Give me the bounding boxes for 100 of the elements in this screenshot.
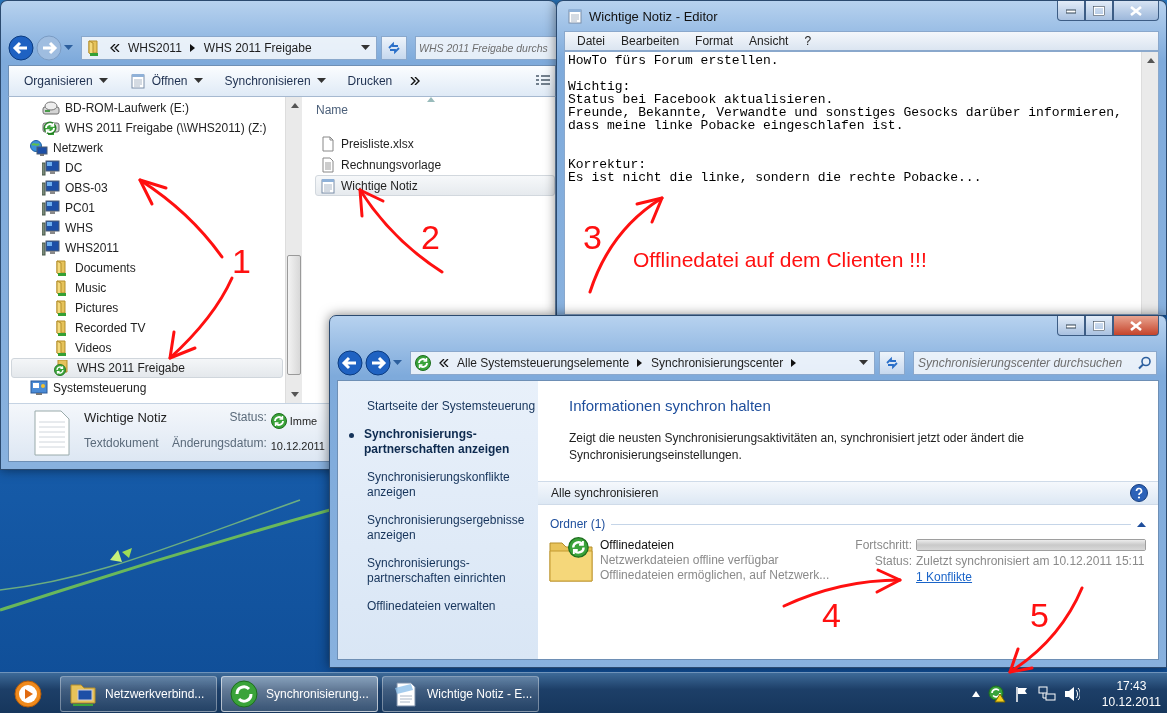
toolbar-button[interactable]: Drucken	[347, 74, 393, 88]
file-name: Wichtige Notiz	[84, 409, 166, 427]
tree-item[interactable]: Recorded TV	[11, 318, 147, 338]
taskbar-button[interactable]: Netzwerkverbind...	[60, 675, 217, 712]
breadcrumb[interactable]: WHS 2011 Freigabe	[203, 41, 312, 55]
task-link[interactable]: Synchronisierungs-partnerschaften anzeigen	[364, 427, 536, 457]
file-icon	[320, 135, 336, 152]
taskbar-button[interactable]: Wichtige Notiz - E...	[382, 675, 539, 712]
annotation-number: 5	[1030, 598, 1049, 632]
caret-icon[interactable]	[193, 78, 203, 84]
maximize-icon	[1093, 320, 1105, 331]
help-icon[interactable]	[1130, 484, 1148, 502]
tree-item[interactable]: OBS-03	[11, 178, 109, 198]
text-editor-field[interactable]: HowTo fürs Forum erstellen. Wichtig: Status bei Facebook aktualisieren. Freunde, Bekannte, Verwandte und sonstiges Gesocks darüber informieren, dass meine linke Pobacke eingeschlafen ist. Korrektur: Es ist nicht die linke, sondern die rechte Pobacke...	[568, 54, 1122, 184]
scrollbar[interactable]	[1141, 52, 1158, 314]
tree-item[interactable]: WHS 2011 Freigabe (\\WHS2011) (Z:)	[11, 118, 268, 138]
search-field[interactable]: Synchronisierungscenter durchsuchen	[913, 351, 1157, 375]
caret-icon[interactable]	[98, 78, 108, 84]
task-link[interactable]: Synchronisierungsergebnisse anzeigen	[367, 513, 538, 543]
menu-item[interactable]: ?	[796, 34, 820, 48]
tree-item[interactable]: BD-ROM-Laufwerk (E:)	[11, 98, 190, 118]
field-label: Fortschritt:	[854, 538, 912, 552]
task-link[interactable]: Offlinedateien verwalten	[367, 599, 538, 614]
chevron-right-icon[interactable]	[189, 44, 196, 52]
field-label: Änderungsdatum:	[172, 435, 267, 452]
tree-item[interactable]: Videos	[11, 338, 113, 358]
menu-item[interactable]: Bearbeiten	[613, 34, 688, 48]
sync-folder-icon	[548, 537, 594, 583]
network-icon[interactable]	[1037, 685, 1056, 702]
file-item[interactable]: Preisliste.xlsx	[315, 133, 555, 154]
breadcrumb[interactable]: Alle Systemsteuerungselemente	[457, 356, 630, 370]
menu-item[interactable]: Format	[687, 34, 742, 48]
double-chevron-icon[interactable]	[439, 359, 449, 367]
menu-item[interactable]: Ansicht	[741, 34, 797, 48]
item-description: Offlinedateien ermöglichen, auf Netzwerk...	[600, 568, 831, 582]
tree-item[interactable]: DC	[11, 158, 84, 178]
column-header[interactable]: Name	[316, 103, 348, 117]
refresh-button[interactable]	[381, 36, 407, 60]
toolbar-button[interactable]: Organisieren	[24, 74, 108, 88]
search-icon[interactable]	[1138, 356, 1152, 370]
page-heading: Informationen synchron halten	[569, 397, 772, 414]
maximize-button[interactable]	[1085, 316, 1113, 336]
show-hidden-icons-icon[interactable]	[971, 690, 980, 697]
toolbar-button[interactable]: Öffnen	[129, 73, 203, 89]
more-commands-icon[interactable]	[410, 77, 421, 85]
caret-icon[interactable]	[361, 45, 370, 51]
group-header[interactable]: Ordner (1)	[550, 517, 606, 531]
breadcrumb[interactable]: WHS2011	[128, 41, 182, 55]
maximize-button[interactable]	[1085, 1, 1113, 21]
forward-button-icon[interactable]	[365, 350, 391, 376]
search-field[interactable]: WHS 2011 Freigabe durchs	[415, 36, 556, 60]
task-link[interactable]: Synchronisierungs-partnerschaften einrichten	[367, 556, 538, 586]
view-options-icon[interactable]	[535, 74, 551, 88]
sync-status-icon	[270, 412, 287, 429]
double-chevron-icon[interactable]	[110, 44, 120, 52]
close-button[interactable]	[1113, 316, 1159, 336]
network-drive-icon	[42, 120, 60, 136]
text-document-icon	[34, 409, 70, 456]
toolbar-button[interactable]: Synchronisieren	[224, 74, 326, 88]
address-bar[interactable]: WHS2011 WHS 2011 Freigabe	[81, 36, 377, 60]
tree-item[interactable]: Documents	[11, 258, 137, 278]
control-panel-sync-icon	[415, 355, 431, 371]
close-button[interactable]	[1113, 1, 1159, 21]
refresh-button[interactable]	[879, 351, 905, 375]
tree-item[interactable]: WHS	[11, 218, 94, 238]
chevron-right-icon[interactable]	[637, 359, 644, 367]
tree-item[interactable]: Netzwerk	[11, 138, 104, 158]
breadcrumb[interactable]: Synchronisierungscenter	[651, 356, 784, 370]
tree-item[interactable]: Pictures	[11, 298, 120, 318]
chevron-right-icon[interactable]	[791, 359, 798, 367]
task-link[interactable]: Startseite der Systemsteuerung	[367, 399, 538, 414]
file-item[interactable]: Rechnungsvorlage	[315, 154, 555, 175]
tree-item[interactable]: Music	[11, 278, 108, 298]
sync-all-button[interactable]: Alle synchronisieren	[551, 486, 659, 500]
minimize-button[interactable]	[1057, 316, 1085, 336]
scrollbar[interactable]	[285, 97, 302, 403]
collapse-icon[interactable]	[1137, 521, 1146, 527]
task-link[interactable]: Synchronisierungskonflikte anzeigen	[367, 470, 538, 500]
annotation-number: 4	[822, 598, 841, 632]
play-icon	[14, 679, 42, 708]
file-item[interactable]: Wichtige Notiz	[315, 175, 555, 196]
tree-item[interactable]: WHS 2011 Freigabe	[11, 358, 283, 378]
tree-item[interactable]: Systemsteuerung	[11, 378, 148, 398]
tree-item[interactable]: WHS2011	[11, 238, 120, 258]
taskbar-button[interactable]: Synchronisierung...	[221, 675, 378, 712]
conflicts-link[interactable]: 1 Konflikte	[916, 570, 1146, 584]
speaker-icon[interactable]	[1063, 685, 1080, 702]
back-button-icon[interactable]	[337, 350, 363, 376]
caret-icon[interactable]	[859, 360, 868, 366]
flag-icon[interactable]	[1013, 685, 1030, 702]
back-button-icon[interactable]	[8, 35, 34, 61]
caret-icon[interactable]	[316, 78, 326, 84]
minimize-button[interactable]	[1057, 1, 1085, 21]
address-bar[interactable]: Alle Systemsteuerungselemente Synchronisierungscenter	[410, 351, 875, 375]
menu-item[interactable]: Datei	[569, 34, 613, 48]
drive-icon	[42, 100, 60, 116]
sync-warning-icon[interactable]	[987, 684, 1006, 703]
clock[interactable]: 17:43 10.12.2011	[1087, 677, 1167, 710]
tree-item[interactable]: PC01	[11, 198, 97, 218]
text-file-icon	[320, 177, 336, 194]
